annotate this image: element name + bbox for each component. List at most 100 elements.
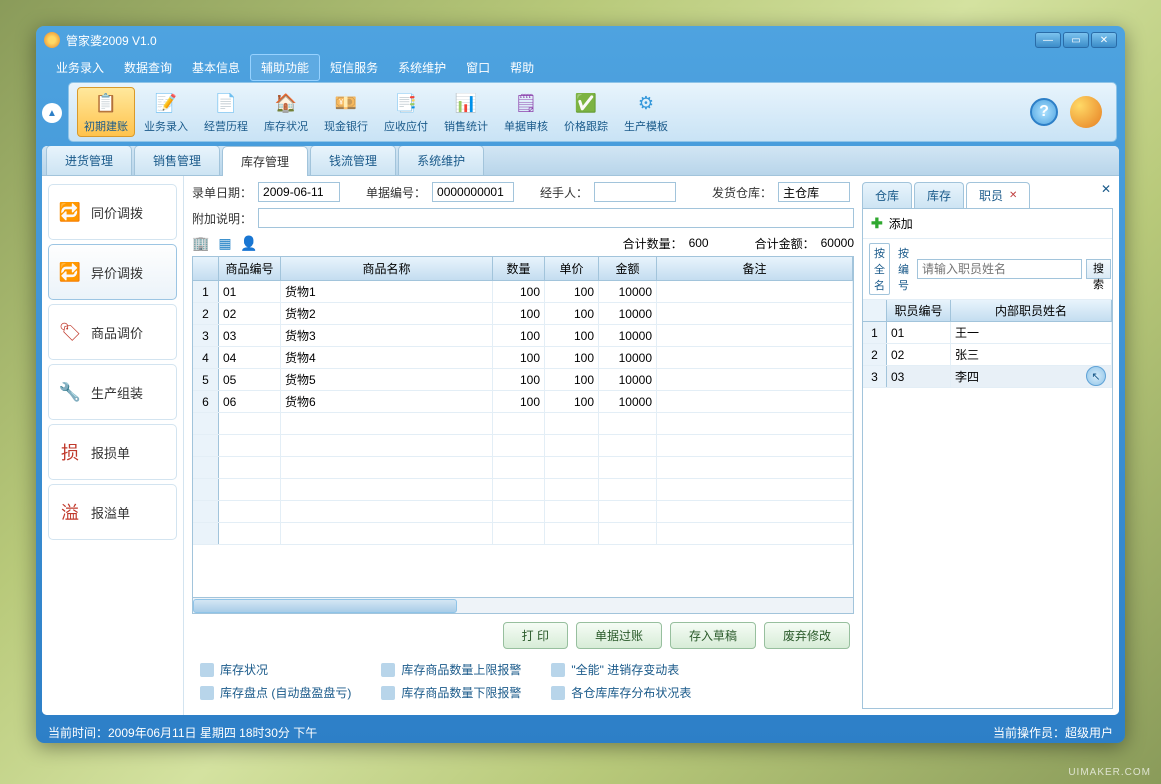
tab-close-icon[interactable]: ✕ xyxy=(1009,190,1017,201)
table-row[interactable]: 606货物610010010000 xyxy=(193,391,853,413)
tool-8[interactable]: ✅价格跟踪 xyxy=(557,87,615,137)
tool-9[interactable]: ⚙生产模板 xyxy=(617,87,675,137)
close-button[interactable]: ✕ xyxy=(1091,32,1117,48)
main-tab-1[interactable]: 销售管理 xyxy=(134,146,220,175)
nav-item-3[interactable]: 🔧生产组装 xyxy=(48,364,177,420)
action-btn-2[interactable]: 存入草稿 xyxy=(670,622,756,649)
titlebar: 管家婆2009 V1.0 — ▭ ✕ xyxy=(36,26,1125,54)
tool-icon: 🏠 xyxy=(273,90,299,116)
nav-icon: 损 xyxy=(59,441,81,463)
report-link[interactable]: 库存盘点 (自动盘盈盘亏) xyxy=(200,684,351,701)
nav-item-1[interactable]: 🔁异价调拨 xyxy=(48,244,177,300)
add-button[interactable]: ✚ 添加 xyxy=(863,209,1112,239)
employee-grid-body[interactable]: 101王一202张三303李四↖ xyxy=(863,322,1112,708)
menu-5[interactable]: 系统维护 xyxy=(388,55,456,80)
col-header[interactable]: 单价 xyxy=(545,257,599,280)
report-link[interactable]: 库存商品数量下限报警 xyxy=(381,684,521,701)
grid-icon[interactable]: ▦ xyxy=(216,234,234,252)
employee-row[interactable]: 303李四↖ xyxy=(863,366,1112,388)
menu-2[interactable]: 基本信息 xyxy=(182,55,250,80)
horizontal-scrollbar[interactable] xyxy=(193,597,853,613)
warehouse-input[interactable] xyxy=(778,182,850,202)
employee-search-input[interactable] xyxy=(917,259,1082,279)
table-row[interactable] xyxy=(193,501,853,523)
globe-icon[interactable] xyxy=(1070,96,1102,128)
table-row[interactable]: 505货物510010010000 xyxy=(193,369,853,391)
action-btn-3[interactable]: 废弃修改 xyxy=(764,622,850,649)
col-header[interactable]: 金额 xyxy=(599,257,657,280)
nav-item-4[interactable]: 损报损单 xyxy=(48,424,177,480)
table-row[interactable]: 303货物310010010000 xyxy=(193,325,853,347)
table-row[interactable] xyxy=(193,435,853,457)
menu-1[interactable]: 数据查询 xyxy=(114,55,182,80)
main-tab-3[interactable]: 钱流管理 xyxy=(310,146,396,175)
tool-4[interactable]: 💴现金银行 xyxy=(317,87,375,137)
minimize-button[interactable]: — xyxy=(1035,32,1061,48)
report-link[interactable]: 各仓库库存分布状况表 xyxy=(551,684,691,701)
main-tab-2[interactable]: 库存管理 xyxy=(222,146,308,176)
tool-2[interactable]: 📄经营历程 xyxy=(197,87,255,137)
nav-item-2[interactable]: 🏷商品调价 xyxy=(48,304,177,360)
doc-input[interactable] xyxy=(432,182,514,202)
main-tab-0[interactable]: 进货管理 xyxy=(46,146,132,175)
tool-0[interactable]: 📋初期建账 xyxy=(77,87,135,137)
total-amt-value: 60000 xyxy=(821,236,854,250)
building-icon[interactable]: 🏢 xyxy=(192,234,210,252)
person-icon[interactable]: 👤 xyxy=(240,234,258,252)
filter-code[interactable]: 按编号 xyxy=(894,244,913,294)
rp-col-header[interactable] xyxy=(863,300,887,321)
arrow-up-icon[interactable]: ↖ xyxy=(1086,366,1106,386)
menu-6[interactable]: 窗口 xyxy=(456,55,500,80)
employee-row[interactable]: 202张三 xyxy=(863,344,1112,366)
date-input[interactable] xyxy=(258,182,340,202)
handler-input[interactable] xyxy=(594,182,676,202)
menu-4[interactable]: 短信服务 xyxy=(320,55,388,80)
table-row[interactable] xyxy=(193,413,853,435)
tool-3[interactable]: 🏠库存状况 xyxy=(257,87,315,137)
tool-7[interactable]: 🗒单据审核 xyxy=(497,87,555,137)
right-tab-2[interactable]: 职员✕ xyxy=(966,182,1030,208)
note-input[interactable] xyxy=(258,208,854,228)
col-header[interactable]: 商品编号 xyxy=(219,257,281,280)
report-link[interactable]: "全能" 进销存变动表 xyxy=(551,661,691,678)
warehouse-label: 发货仓库： xyxy=(712,184,772,201)
menu-7[interactable]: 帮助 xyxy=(500,55,544,80)
left-nav: 🔁同价调拨🔁异价调拨🏷商品调价🔧生产组装损报损单溢报溢单 xyxy=(42,176,184,715)
help-icon[interactable]: ? xyxy=(1030,98,1058,126)
rp-col-header[interactable]: 内部职员姓名 xyxy=(951,300,1112,321)
col-header[interactable]: 备注 xyxy=(657,257,853,280)
report-link[interactable]: 库存状况 xyxy=(200,661,351,678)
table-row[interactable]: 202货物210010010000 xyxy=(193,303,853,325)
status-time: 当前时间：2009年06月11日 星期四 18时30分 下午 xyxy=(48,724,317,741)
right-tab-1[interactable]: 库存 xyxy=(914,182,964,208)
nav-item-0[interactable]: 🔁同价调拨 xyxy=(48,184,177,240)
action-btn-0[interactable]: 打 印 xyxy=(503,622,568,649)
collapse-toolbar-button[interactable]: ▲ xyxy=(42,103,62,123)
search-button[interactable]: 搜索 xyxy=(1086,259,1111,279)
tool-5[interactable]: 📑应收应付 xyxy=(377,87,435,137)
table-row[interactable] xyxy=(193,523,853,545)
col-header[interactable]: 商品名称 xyxy=(281,257,493,280)
col-header[interactable] xyxy=(193,257,219,280)
report-link[interactable]: 库存商品数量上限报警 xyxy=(381,661,521,678)
col-header[interactable]: 数量 xyxy=(493,257,545,280)
right-tab-0[interactable]: 仓库 xyxy=(862,182,912,208)
grid-body[interactable]: 101货物110010010000202货物210010010000303货物3… xyxy=(193,281,853,597)
table-row[interactable] xyxy=(193,457,853,479)
filter-fullname[interactable]: 按全名 xyxy=(869,243,890,295)
tool-icon: 📄 xyxy=(213,90,239,116)
panel-close-icon[interactable]: ✕ xyxy=(1101,182,1111,196)
nav-item-5[interactable]: 溢报溢单 xyxy=(48,484,177,540)
tool-6[interactable]: 📊销售统计 xyxy=(437,87,495,137)
table-row[interactable] xyxy=(193,479,853,501)
menu-3[interactable]: 辅助功能 xyxy=(250,54,320,81)
action-btn-1[interactable]: 单据过账 xyxy=(576,622,662,649)
menu-0[interactable]: 业务录入 xyxy=(46,55,114,80)
tool-1[interactable]: 📝业务录入 xyxy=(137,87,195,137)
table-row[interactable]: 101货物110010010000 xyxy=(193,281,853,303)
rp-col-header[interactable]: 职员编号 xyxy=(887,300,951,321)
table-row[interactable]: 404货物410010010000 xyxy=(193,347,853,369)
main-tab-4[interactable]: 系统维护 xyxy=(398,146,484,175)
employee-row[interactable]: 101王一 xyxy=(863,322,1112,344)
maximize-button[interactable]: ▭ xyxy=(1063,32,1089,48)
